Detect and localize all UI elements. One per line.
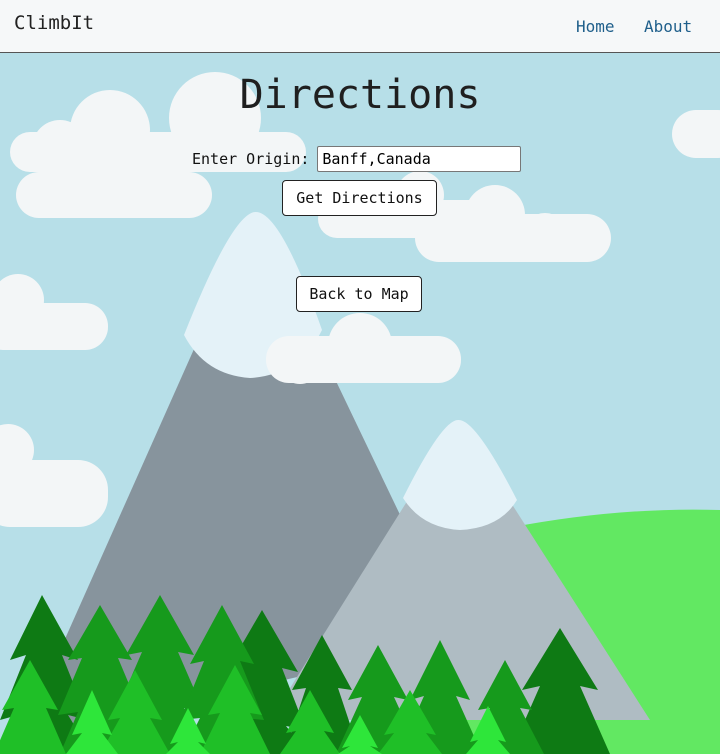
brand-logo[interactable]: ClimbIt: [14, 12, 94, 34]
nav-link-home[interactable]: Home: [576, 17, 615, 36]
origin-label: Enter Origin:: [192, 150, 310, 168]
page-title: Directions: [239, 72, 481, 118]
origin-input[interactable]: [317, 146, 522, 172]
cloud-left-middle: [0, 274, 108, 350]
cloud-left-lower: [0, 424, 108, 527]
origin-form-row: Enter Origin:: [192, 146, 522, 172]
navbar: ClimbIt Home About: [0, 0, 720, 53]
get-directions-button[interactable]: Get Directions: [282, 180, 437, 216]
nav-link-about[interactable]: About: [644, 17, 692, 36]
back-to-map-button[interactable]: Back to Map: [296, 276, 422, 312]
mountain-small-snow: [403, 419, 517, 530]
